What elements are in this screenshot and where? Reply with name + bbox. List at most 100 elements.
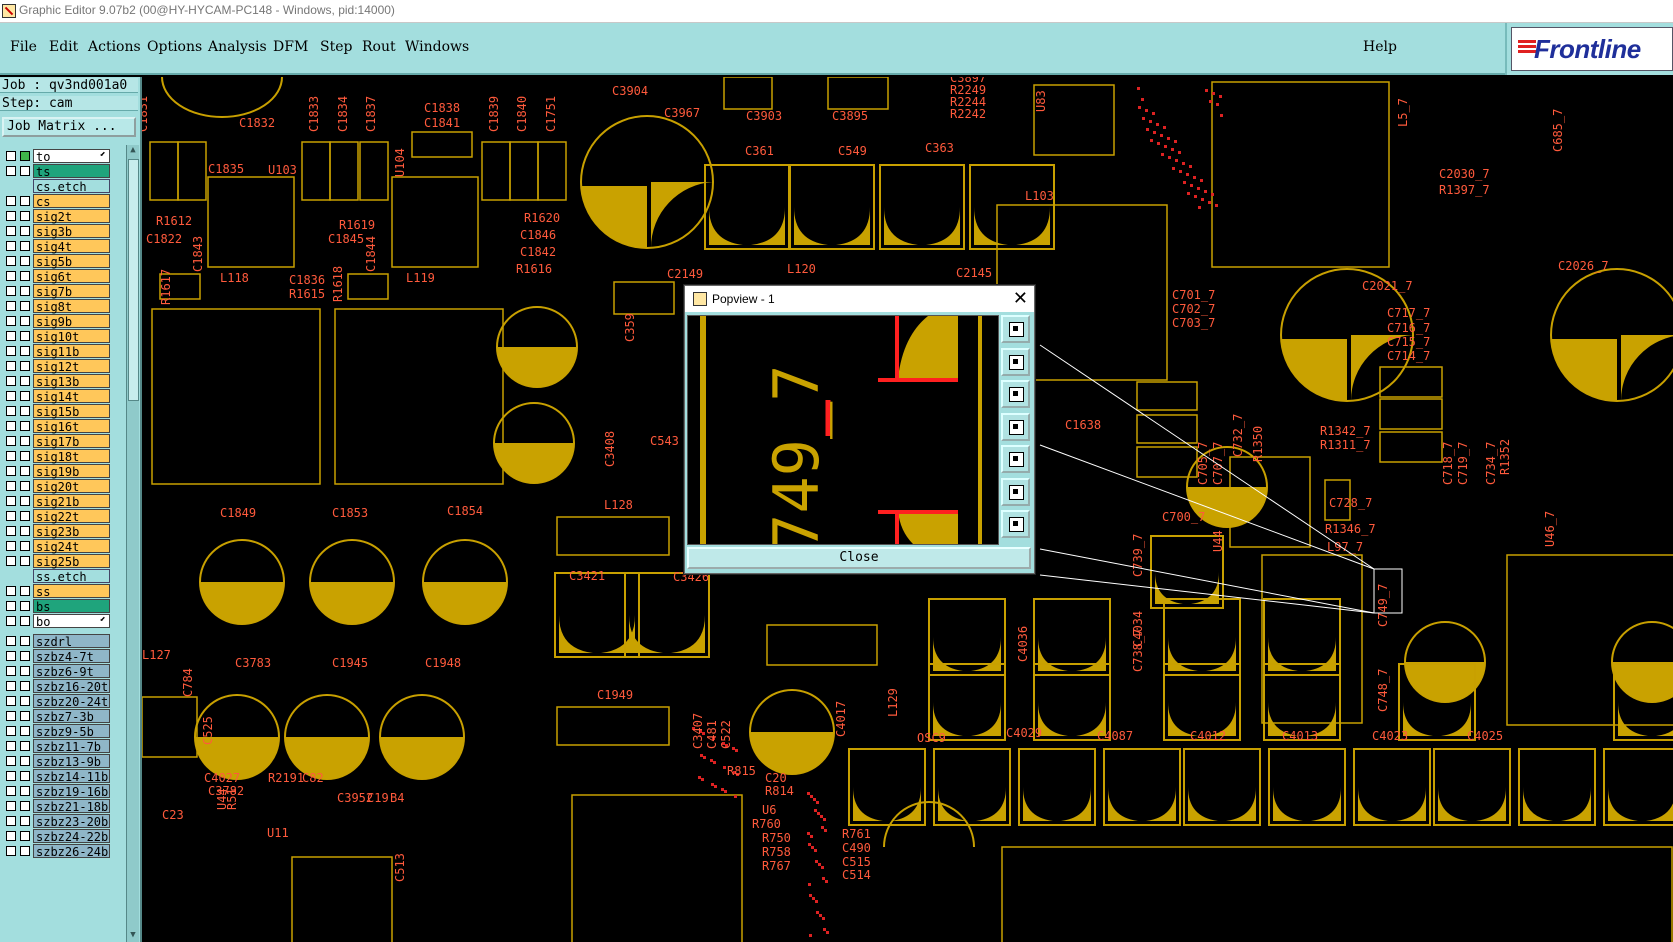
layer-display-toggle[interactable]	[20, 346, 30, 356]
layer-separator[interactable]: cs.etch	[0, 179, 114, 194]
layer-display-toggle[interactable]	[20, 741, 30, 751]
layer-display-toggle[interactable]	[20, 586, 30, 596]
popview-zoom-view[interactable]: 749_7	[688, 316, 998, 544]
menu-file[interactable]: File	[10, 39, 37, 55]
layer-checkbox[interactable]	[6, 801, 16, 811]
layer-name[interactable]: szdrl	[33, 634, 110, 649]
layer-checkbox[interactable]	[6, 651, 16, 661]
layer-row-sig25b[interactable]: sig25b	[0, 554, 114, 569]
layer-checkbox[interactable]	[6, 166, 16, 176]
zoom-home-icon[interactable]	[1001, 477, 1030, 506]
layer-checkbox[interactable]	[6, 361, 16, 371]
layer-checkbox[interactable]	[6, 526, 16, 536]
layer-row-sig18t[interactable]: sig18t	[0, 449, 114, 464]
layer-name[interactable]: sig19b	[33, 464, 110, 479]
job-matrix-button[interactable]: Job Matrix ...	[2, 117, 136, 137]
layer-display-toggle[interactable]	[20, 541, 30, 551]
layer-name[interactable]: sig3b	[33, 224, 110, 239]
layer-row-szdrl[interactable]: szdrl	[0, 634, 114, 649]
layer-display-toggle[interactable]	[20, 726, 30, 736]
layer-checkbox[interactable]	[6, 771, 16, 781]
layer-checkbox[interactable]	[6, 256, 16, 266]
layer-checkbox[interactable]	[6, 211, 16, 221]
layer-name[interactable]: szbz20-24t	[33, 694, 110, 709]
layer-name[interactable]: szbz16-20t	[33, 679, 110, 694]
layer-display-toggle[interactable]	[20, 316, 30, 326]
layer-name[interactable]: sig18t	[33, 449, 110, 464]
layer-row-to[interactable]: to ⬋	[0, 149, 114, 164]
layer-name[interactable]: szbz7-3b	[33, 709, 110, 724]
layer-checkbox[interactable]	[6, 421, 16, 431]
zoom-fit-icon[interactable]	[1001, 315, 1030, 343]
layer-checkbox[interactable]	[6, 711, 16, 721]
layer-name[interactable]: szbz9-5b	[33, 724, 110, 739]
layer-display-toggle[interactable]	[20, 651, 30, 661]
layer-name[interactable]: sig12t	[33, 359, 110, 374]
layer-row-sig13b[interactable]: sig13b	[0, 374, 114, 389]
layer-row-sig21b[interactable]: sig21b	[0, 494, 114, 509]
layer-row-szbz26-24b[interactable]: szbz26-24b	[0, 844, 114, 859]
layer-name[interactable]: sig15b	[33, 404, 110, 419]
layer-row-sig22t[interactable]: sig22t	[0, 509, 114, 524]
layer-checkbox[interactable]	[6, 541, 16, 551]
layer-row-sig3b[interactable]: sig3b	[0, 224, 114, 239]
layer-checkbox[interactable]	[6, 616, 16, 626]
layer-checkbox[interactable]	[6, 451, 16, 461]
layer-row-szbz19-16b[interactable]: szbz19-16b	[0, 784, 114, 799]
layer-row-szbz23-20b[interactable]: szbz23-20b	[0, 814, 114, 829]
layer-checkbox[interactable]	[6, 286, 16, 296]
layer-name[interactable]: sig16t	[33, 419, 110, 434]
layer-row-sig6t[interactable]: sig6t	[0, 269, 114, 284]
layer-display-toggle[interactable]	[20, 286, 30, 296]
layer-row-ss[interactable]: ss	[0, 584, 114, 599]
layer-row-sig9b[interactable]: sig9b	[0, 314, 114, 329]
layer-display-toggle[interactable]	[20, 331, 30, 341]
layer-checkbox[interactable]	[6, 196, 16, 206]
layer-display-toggle[interactable]	[20, 421, 30, 431]
layer-checkbox[interactable]	[6, 511, 16, 521]
layer-display-toggle[interactable]	[20, 786, 30, 796]
layer-row-szbz7-3b[interactable]: szbz7-3b	[0, 709, 114, 724]
popview-canvas[interactable]: 749_7	[687, 315, 999, 545]
layer-row-szbz20-24t[interactable]: szbz20-24t	[0, 694, 114, 709]
menu-dfm[interactable]: DFM	[273, 39, 308, 55]
layer-checkbox[interactable]	[6, 226, 16, 236]
layer-row-bo[interactable]: bo ⬋	[0, 614, 114, 629]
close-icon[interactable]: ✕	[1013, 288, 1028, 309]
layer-row-sig10t[interactable]: sig10t	[0, 329, 114, 344]
layer-display-toggle[interactable]	[20, 481, 30, 491]
layer-name[interactable]: sig11b	[33, 344, 110, 359]
layer-row-szbz6-9t[interactable]: szbz6-9t	[0, 664, 114, 679]
layer-row-sig20t[interactable]: sig20t	[0, 479, 114, 494]
layer-checkbox[interactable]	[6, 786, 16, 796]
layer-separator[interactable]: ss.etch	[0, 569, 114, 584]
layer-name[interactable]: sig5b	[33, 254, 110, 269]
layer-display-toggle[interactable]	[20, 196, 30, 206]
layer-display-toggle[interactable]	[20, 601, 30, 611]
layer-name[interactable]: szbz6-9t	[33, 664, 110, 679]
layer-checkbox[interactable]	[6, 151, 16, 161]
layer-display-toggle[interactable]	[20, 241, 30, 251]
zoom-in-icon[interactable]	[1001, 347, 1030, 376]
layer-name[interactable]: szbz13-9b	[33, 754, 110, 769]
layer-checkbox[interactable]	[6, 271, 16, 281]
layer-display-toggle[interactable]	[20, 256, 30, 266]
layer-checkbox[interactable]	[6, 346, 16, 356]
layer-display-toggle[interactable]	[20, 801, 30, 811]
layer-checkbox[interactable]	[6, 466, 16, 476]
layer-display-toggle[interactable]	[20, 436, 30, 446]
scroll-down-icon[interactable]: ▼	[128, 930, 138, 942]
layer-row-sig15b[interactable]: sig15b	[0, 404, 114, 419]
layer-name[interactable]: sig14t	[33, 389, 110, 404]
layer-display-toggle[interactable]	[20, 451, 30, 461]
layer-display-toggle[interactable]	[20, 526, 30, 536]
layer-name[interactable]: szbz4-7t	[33, 649, 110, 664]
layer-row-ts[interactable]: ts	[0, 164, 114, 179]
menu-actions[interactable]: Actions	[88, 39, 141, 55]
layer-display-toggle[interactable]	[20, 681, 30, 691]
layer-name[interactable]: sig13b	[33, 374, 110, 389]
layer-name[interactable]: sig9b	[33, 314, 110, 329]
layer-row-szbz4-7t[interactable]: szbz4-7t	[0, 649, 114, 664]
layer-row-szbz24-22b[interactable]: szbz24-22b	[0, 829, 114, 844]
layer-checkbox[interactable]	[6, 831, 16, 841]
